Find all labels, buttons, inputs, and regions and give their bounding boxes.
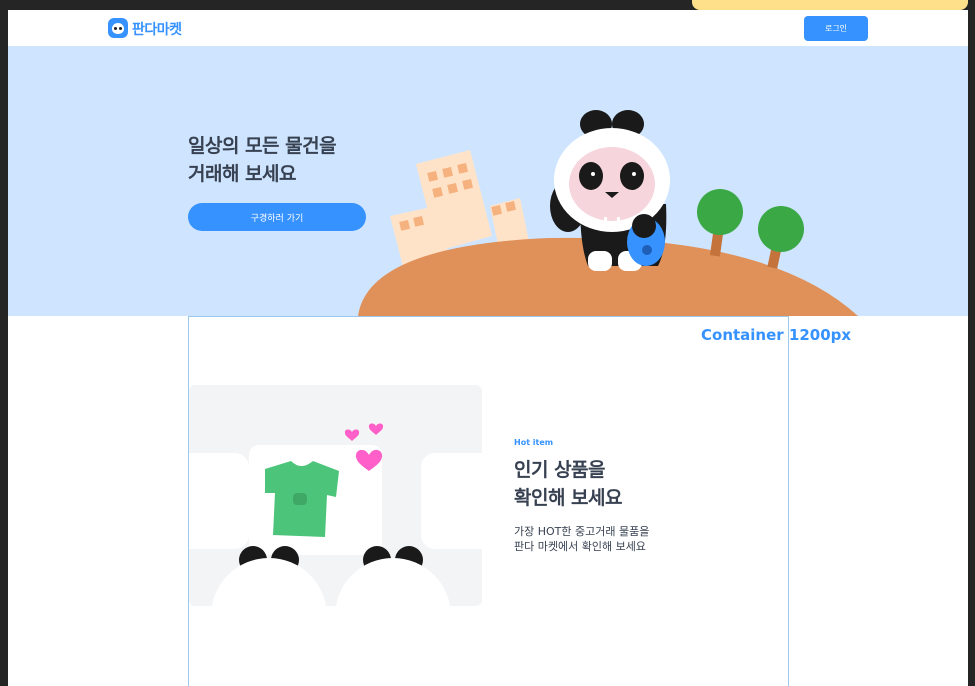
- section-title: 인기 상품을 확인해 보세요: [514, 456, 623, 512]
- panda-logo-icon[interactable]: [108, 18, 128, 38]
- hot-item-illustration: [189, 423, 482, 606]
- section-desc-line2: 판다 마켓에서 확인해 보세요: [514, 540, 646, 553]
- panda-eye-right: [119, 27, 122, 30]
- container-guide-label: Container 1200px: [701, 326, 852, 344]
- header: 판다마켓 로그인: [8, 10, 968, 47]
- hot-item-illustration-box: [189, 385, 482, 606]
- login-button[interactable]: 로그인: [804, 16, 868, 41]
- page-frame: 판다마켓 로그인 일상의 모든 물건을 거래해 보세요 구경하러 가기 Cont…: [8, 10, 968, 686]
- logo-text[interactable]: 판다마켓: [132, 19, 182, 39]
- hot-item-eyebrow: Hot item: [514, 438, 554, 447]
- heart-icon: [368, 423, 384, 435]
- section-title-line1: 인기 상품을: [514, 459, 606, 481]
- panda-face: [112, 23, 124, 34]
- section-desc-line1: 가장 HOT한 중고거래 물품을: [514, 525, 650, 538]
- section-title-line2: 확인해 보세요: [514, 487, 623, 509]
- tree-icon: [697, 189, 743, 257]
- hero-banner: 일상의 모든 물건을 거래해 보세요 구경하러 가기: [8, 46, 968, 316]
- heart-icon: [344, 429, 360, 441]
- top-yellow-tab: [692, 0, 968, 10]
- panda-eye-left: [114, 27, 117, 30]
- tree-icon: [758, 206, 804, 269]
- section-description: 가장 HOT한 중고거래 물품을 판다 마켓에서 확인해 보세요: [514, 524, 649, 554]
- hero-illustration: [358, 110, 858, 316]
